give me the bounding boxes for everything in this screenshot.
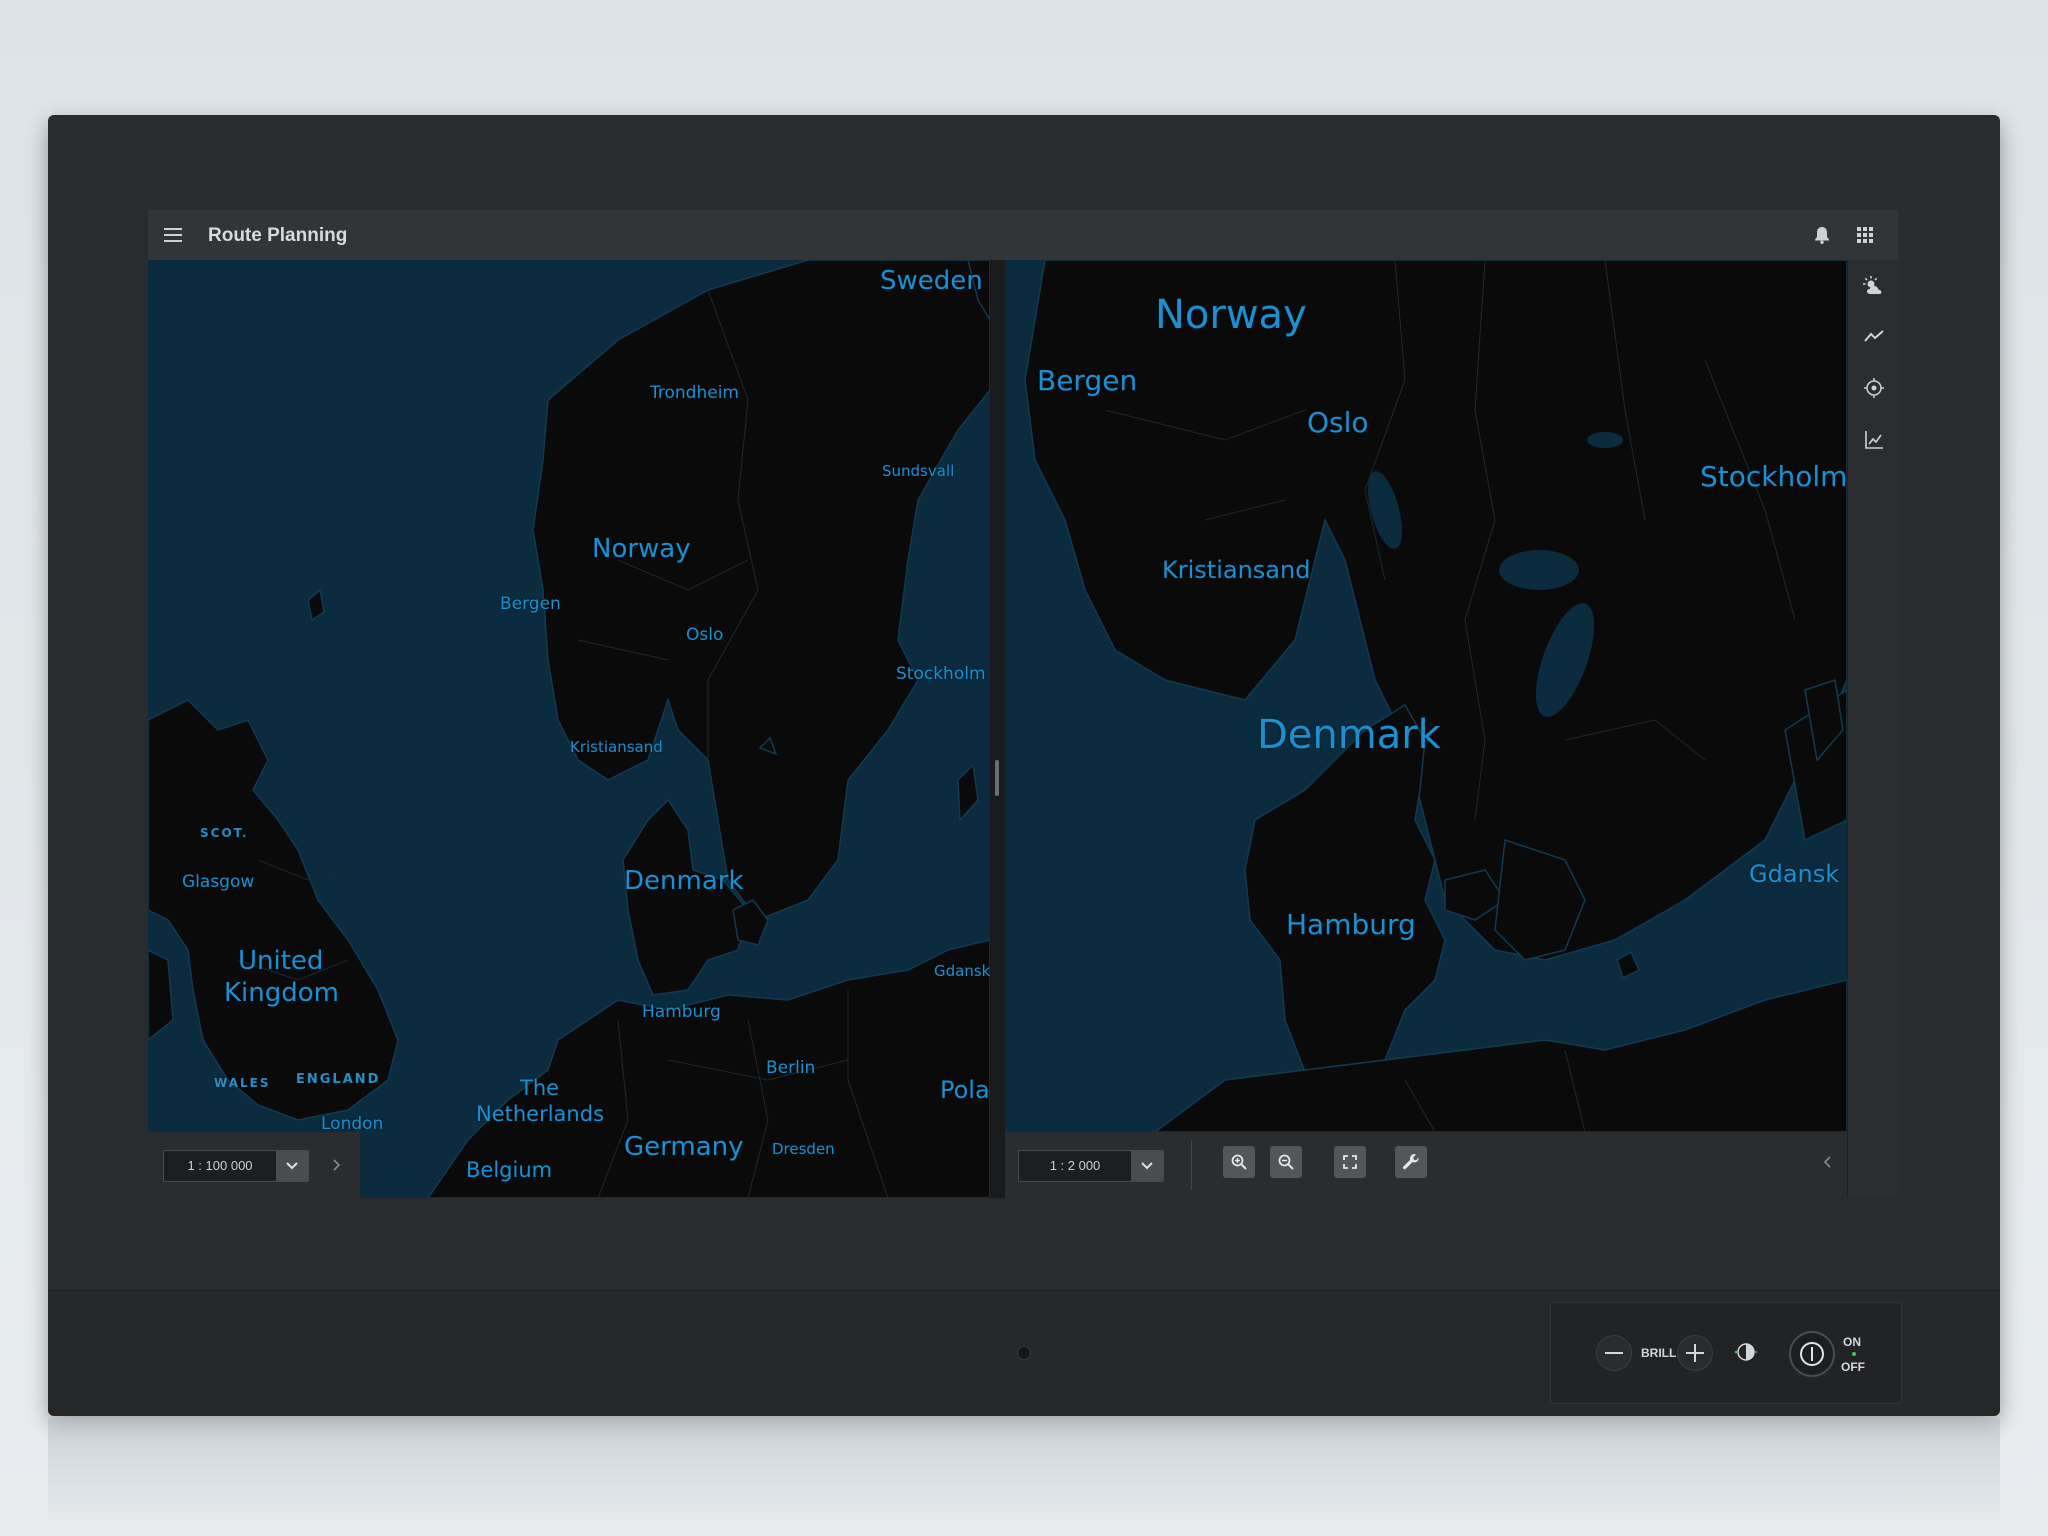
off-label: OFF [1841,1360,1865,1374]
map-label-gdansk-large: Gdansk [1749,860,1840,888]
map-label-united-kingdom-2: Kingdom [224,978,339,1008]
on-label: ON [1843,1335,1861,1349]
screen: Route Planning Sweden Trondheim Sundsval… [148,210,1898,1198]
brightness-label: BRILL [1641,1346,1677,1360]
toolbar-separator [1191,1140,1192,1190]
left-map[interactable]: Sweden Trondheim Sundsvall Norway Bergen… [148,260,990,1198]
fit-screen-button[interactable] [1334,1146,1366,1178]
zoom-in-button[interactable] [1223,1146,1255,1178]
menu-icon[interactable] [162,224,184,246]
grid-icon[interactable] [1854,224,1876,246]
right-sidebar [1847,260,1898,1198]
minus-icon [1605,1352,1623,1354]
zoom-out-icon [1278,1154,1294,1170]
map-label-kristiansand: Kristiansand [570,738,663,756]
camera-lens [1017,1346,1031,1360]
left-scale-value: 1 : 100 000 [187,1158,253,1173]
monitor-reflection [48,1418,2000,1536]
map-label-glasgow: Glasgow [182,872,255,892]
map-label-norway-large: Norway [1155,292,1307,338]
map-label-denmark: Denmark [624,866,744,896]
map-label-berlin: Berlin [766,1058,816,1078]
map-label-belgium: Belgium [466,1158,553,1182]
weather-icon[interactable] [1862,274,1886,298]
map-label-germany: Germany [624,1132,744,1162]
divider-grip[interactable] [995,760,999,796]
zoom-in-icon [1231,1154,1247,1170]
map-label-norway: Norway [592,534,691,564]
dimmer-icon[interactable] [1731,1337,1761,1367]
map-label-sweden: Sweden [880,266,983,296]
chevron-right-icon[interactable] [326,1154,348,1176]
map-label-hamburg: Hamburg [642,1002,721,1022]
page-title: Route Planning [208,225,348,246]
left-scale-select[interactable]: 1 : 100 000 [163,1150,309,1182]
map-label-sundsvall: Sundsvall [882,462,955,480]
brightness-up-button[interactable] [1677,1335,1713,1371]
tools-button[interactable] [1395,1146,1427,1178]
hardware-control-panel: BRILL ON OFF [1550,1302,1902,1404]
map-label-trondheim: Trondheim [650,383,739,403]
target-icon[interactable] [1862,376,1886,400]
map-label-hamburg-large: Hamburg [1286,908,1416,941]
map-label-denmark-large: Denmark [1257,712,1441,758]
fit-screen-icon [1343,1155,1357,1169]
split-divider[interactable] [990,260,1005,1198]
chevron-down-icon[interactable] [1131,1151,1163,1181]
app-bar: Route Planning [148,210,1898,261]
zoom-out-button[interactable] [1270,1146,1302,1178]
plus-icon [1686,1344,1704,1362]
chevron-down-icon[interactable] [276,1151,308,1181]
map-label-gdansk: Gdansk [934,962,990,980]
map-label-united-kingdom-1: United [238,946,324,976]
map-label-stockholm: Stockholm [896,664,986,684]
brightness-down-button[interactable] [1596,1335,1632,1371]
power-icon [1800,1342,1824,1366]
bell-icon[interactable] [1811,224,1833,246]
right-scale-select[interactable]: 1 : 2 000 [1018,1150,1164,1182]
map-label-oslo-large: Oslo [1307,406,1369,439]
chevron-left-icon[interactable] [1817,1152,1837,1172]
wrench-icon [1403,1154,1419,1170]
map-label-oslo: Oslo [686,625,724,645]
left-map-geography [148,260,990,1198]
power-button[interactable] [1789,1331,1835,1377]
map-label-wales: WALES [214,1076,271,1090]
map-label-the-netherlands-1: The [520,1076,560,1100]
right-map[interactable]: Norway Bergen Oslo Stockholm Kristiansan… [1005,260,1847,1132]
chart-icon[interactable] [1862,428,1886,452]
map-label-pola: Pola [940,1076,990,1104]
map-label-england: ENGLAND [296,1072,381,1087]
trend-icon[interactable] [1862,324,1886,348]
map-label-london: London [321,1114,384,1134]
map-label-stockholm-large: Stockholm [1700,460,1847,493]
right-scale-value: 1 : 2 000 [1049,1158,1101,1173]
right-map-toolbar: 1 : 2 000 [1005,1132,1847,1198]
map-label-the-netherlands-2: Netherlands [476,1102,605,1126]
map-label-bergen: Bergen [500,594,561,614]
left-map-toolbar: 1 : 100 000 [148,1132,360,1198]
map-label-bergen-large: Bergen [1037,364,1138,397]
power-indicator-light [1852,1352,1856,1356]
map-label-dresden: Dresden [772,1140,835,1158]
map-label-scot: SCOT. [200,826,249,840]
map-label-kristiansand-large: Kristiansand [1162,556,1311,584]
